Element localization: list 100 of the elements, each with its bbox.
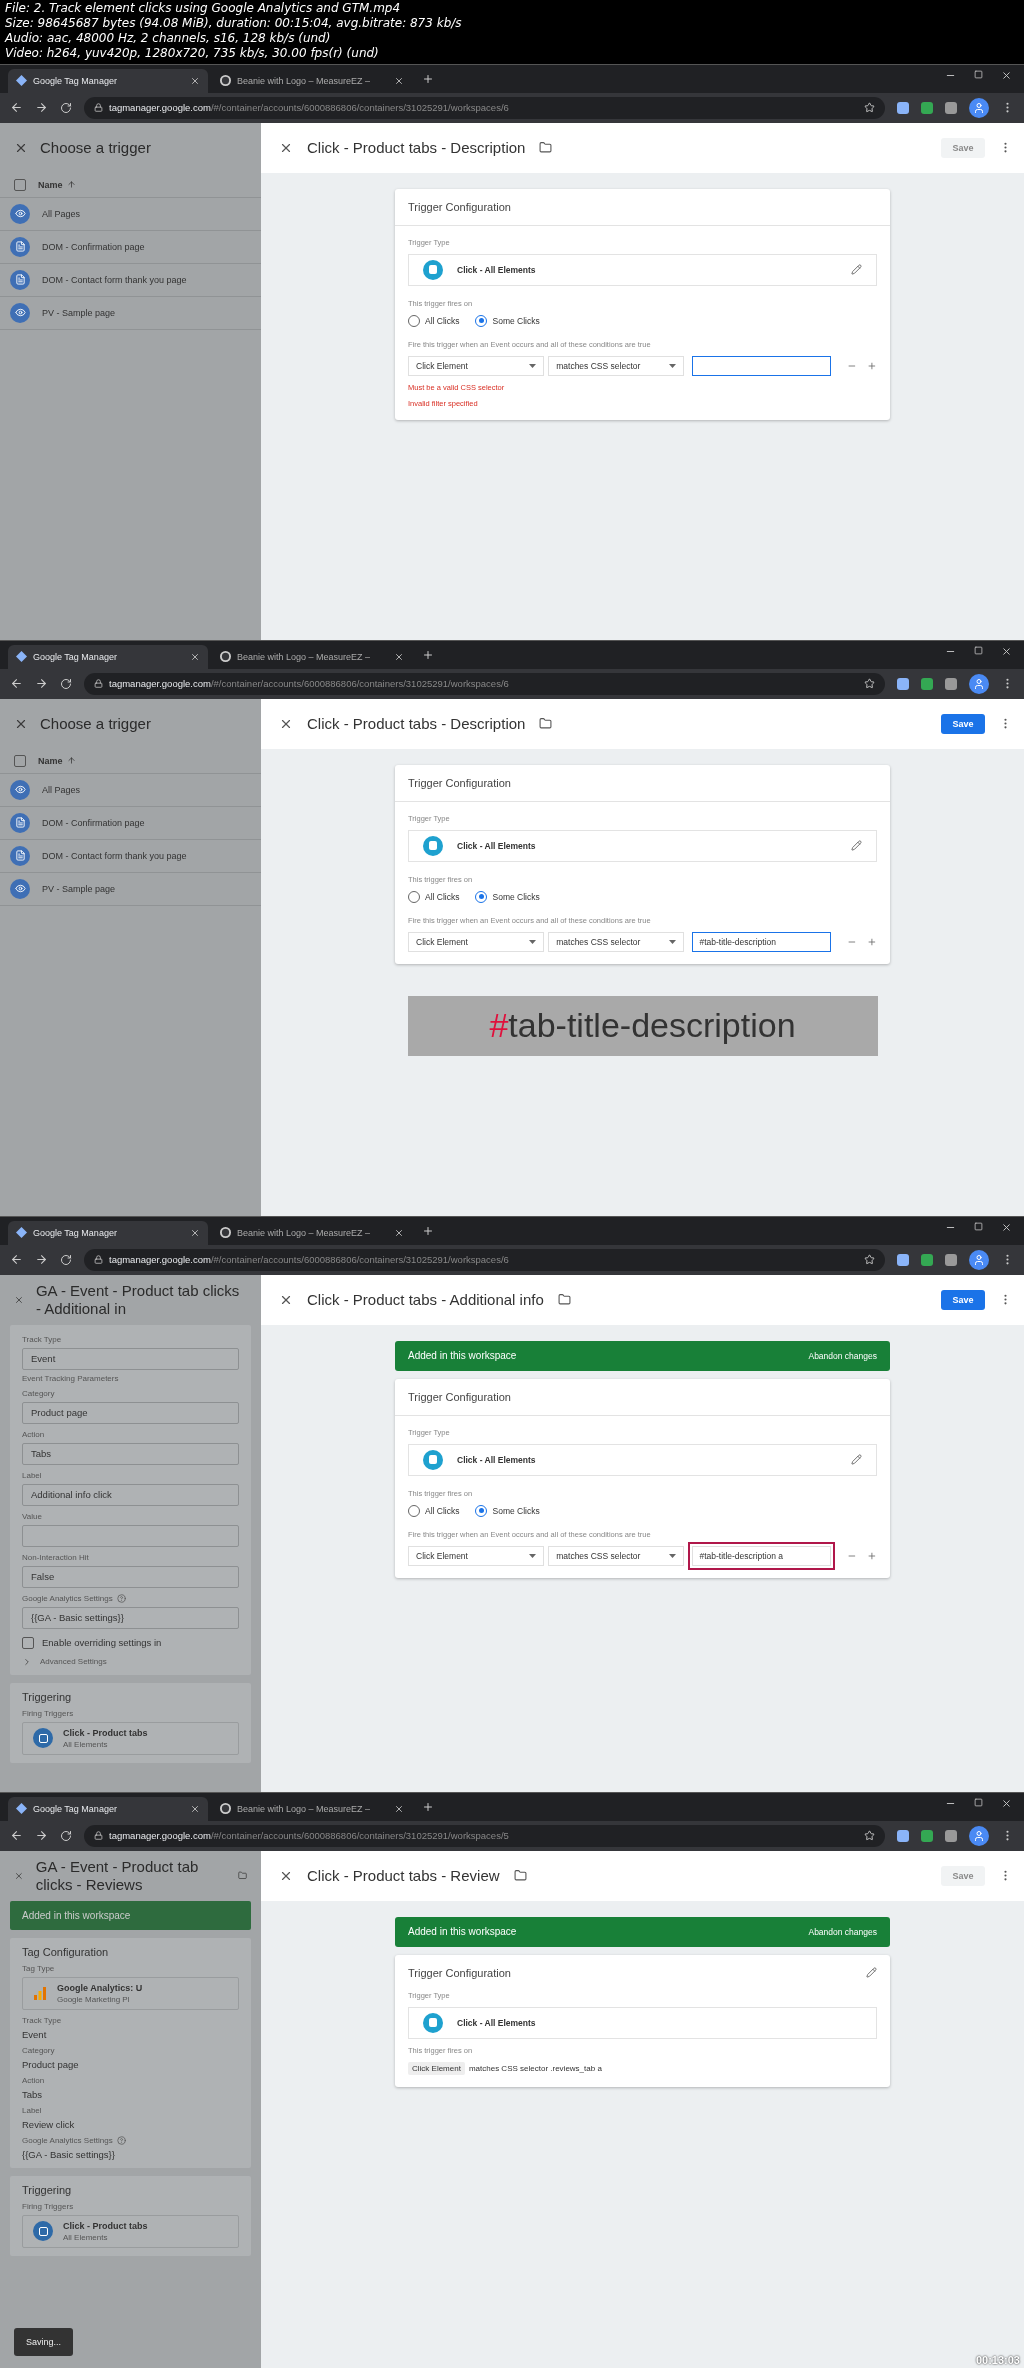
trigger-type-tile[interactable]: Click - All Elements [408,829,877,862]
operator-dropdown[interactable]: matches CSS selector [548,355,685,376]
input-field[interactable]: Product page [22,1401,239,1424]
browser-tab[interactable]: Google Tag Manager [8,1797,208,1821]
operator-dropdown[interactable]: matches CSS selector [548,931,685,952]
close-icon[interactable] [190,1227,200,1238]
radio-option[interactable]: Some Clicks [475,1504,540,1517]
close-icon[interactable] [1001,646,1012,658]
star-icon[interactable] [864,1254,875,1266]
restore-icon[interactable] [974,70,983,80]
new-tab-icon[interactable] [422,1224,434,1237]
forward-icon[interactable] [35,677,48,691]
browser-tab[interactable]: Beanie with Logo – MeasureEZ – [212,1220,412,1245]
browser-tab[interactable]: Beanie with Logo – MeasureEZ – [212,644,412,669]
radio-option[interactable]: All Clicks [408,1504,460,1517]
checkbox[interactable] [22,1636,34,1649]
reload-icon[interactable] [60,1830,72,1842]
folder-icon[interactable] [513,1869,527,1883]
variable-dropdown[interactable]: Click Element [408,1545,545,1566]
back-icon[interactable] [10,101,23,115]
extension-icon[interactable] [921,677,933,690]
folder-icon[interactable] [539,717,553,731]
trigger-type-tile[interactable]: Click - All Elements [408,1443,877,1476]
close-icon[interactable] [1001,1222,1012,1234]
star-icon[interactable] [864,678,875,690]
folder-icon[interactable] [557,1293,571,1307]
abandon-link[interactable]: Abandon changes [808,1350,877,1361]
close-icon[interactable] [279,1869,293,1883]
extension-icon[interactable] [921,101,933,114]
input-field[interactable]: {{GA - Basic settings}} [22,1606,239,1629]
trigger-tile[interactable]: Click - Product tabs All Elements [22,2215,239,2248]
save-button[interactable]: Save [941,713,985,734]
new-tab-icon[interactable] [422,72,434,85]
browser-tab[interactable]: Beanie with Logo – MeasureEZ – [212,1797,412,1821]
variable-dropdown[interactable]: Click Element [408,355,545,376]
input-field[interactable]: Tabs [22,1442,239,1465]
address-field[interactable]: tagmanager.google.com/#/container/accounts/6000886806/containers/31025291/workspaces/5 [84,1825,885,1847]
close-icon[interactable] [394,651,404,662]
forward-icon[interactable] [35,1829,48,1843]
extension-icon[interactable] [945,677,957,690]
reload-icon[interactable] [60,677,72,690]
reload-icon[interactable] [60,1253,72,1266]
value-input[interactable]: #tab-title-description [692,931,832,952]
profile-avatar[interactable] [969,673,989,694]
extension-icon[interactable] [921,1830,933,1842]
close-icon[interactable] [394,1804,404,1814]
trigger-row[interactable]: DOM - Contact form thank you page [0,839,261,873]
variable-dropdown[interactable]: Click Element [408,931,545,952]
new-tab-icon[interactable] [422,648,434,661]
edit-icon[interactable] [851,264,862,276]
save-button[interactable]: Save [941,1289,985,1310]
extension-icon[interactable] [945,101,957,114]
trigger-row[interactable]: DOM - Contact form thank you page [0,263,261,297]
radio-option[interactable]: All Clicks [408,890,460,903]
value-input[interactable]: #tab-title-description a [692,1545,832,1566]
browser-tab[interactable]: Google Tag Manager [8,1220,208,1245]
close-icon[interactable] [190,651,200,662]
trigger-type-tile[interactable]: Click - All Elements [408,2007,877,2039]
checkbox[interactable] [14,754,26,767]
close-icon[interactable] [190,1804,200,1814]
profile-avatar[interactable] [969,1249,989,1270]
radio-option[interactable]: All Clicks [408,314,460,327]
close-icon[interactable] [394,1227,404,1238]
column-header[interactable]: Name [38,179,63,190]
extension-icon[interactable] [897,1253,909,1266]
edit-icon[interactable] [851,840,862,852]
close-icon[interactable] [1001,70,1012,82]
browser-tab[interactable]: Beanie with Logo – MeasureEZ – [212,68,412,93]
forward-icon[interactable] [35,1253,48,1267]
extension-icon[interactable] [897,101,909,114]
close-icon[interactable] [1001,1798,1012,1810]
star-icon[interactable] [864,1830,875,1842]
value-input[interactable] [692,355,832,376]
extension-icon[interactable] [945,1253,957,1266]
reload-icon[interactable] [60,101,72,114]
back-icon[interactable] [10,1253,23,1267]
browser-tab[interactable]: Google Tag Manager [8,644,208,669]
abandon-link[interactable]: Abandon changes [808,1927,877,1937]
profile-avatar[interactable] [969,1826,989,1846]
close-icon[interactable] [394,75,404,86]
trigger-type-tile[interactable]: Click - All Elements [408,253,877,286]
input-field[interactable] [22,1524,239,1547]
checkbox[interactable] [14,178,26,191]
address-field[interactable]: tagmanager.google.com/#/container/accounts/6000886806/containers/31025291/workspaces/6 [84,672,885,695]
trigger-tile[interactable]: Click - Product tabs All Elements [22,1721,239,1755]
radio-option[interactable]: Some Clicks [475,314,540,327]
extension-icon[interactable] [897,677,909,690]
extension-icon[interactable] [945,1830,957,1842]
trigger-row[interactable]: All Pages [0,197,261,231]
forward-icon[interactable] [35,101,48,115]
restore-icon[interactable] [974,646,983,656]
tag-type-tile[interactable]: Google Analytics: U Google Marketing Pl [22,1977,239,2010]
star-icon[interactable] [864,102,875,114]
input-field[interactable]: False [22,1565,239,1588]
column-header[interactable]: Name [38,755,63,766]
close-icon[interactable] [190,75,200,86]
trigger-row[interactable]: DOM - Confirmation page [0,806,261,840]
operator-dropdown[interactable]: matches CSS selector [548,1545,685,1566]
profile-avatar[interactable] [969,97,989,118]
extension-icon[interactable] [921,1253,933,1266]
